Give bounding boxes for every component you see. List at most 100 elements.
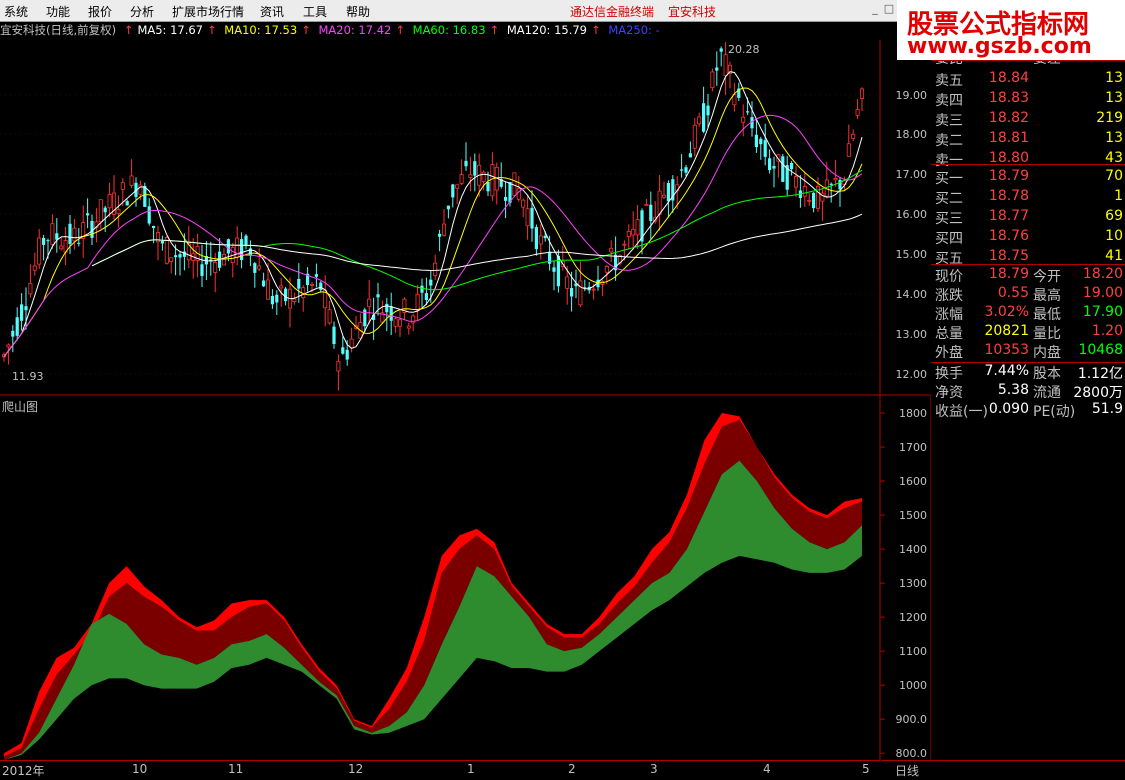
quote-value: 10353 — [984, 342, 1029, 358]
arrow-up-icon: ↑ — [395, 23, 405, 37]
candle-body — [570, 287, 574, 297]
candle-body — [855, 109, 860, 116]
candle-body — [367, 298, 372, 308]
x-label: 2 — [568, 762, 576, 776]
menu-item-quote[interactable]: 报价 — [88, 3, 112, 20]
candle-body — [433, 262, 438, 277]
candle-body — [107, 194, 112, 209]
y-tick: 1000 — [899, 679, 927, 692]
candle-body — [11, 330, 15, 337]
stat-row: 现价 18.79 今开 18.20 — [931, 266, 1125, 285]
candle-body — [143, 186, 147, 207]
candle-body — [706, 105, 710, 116]
menu-item-function[interactable]: 功能 — [46, 3, 70, 20]
menu-item-system[interactable]: 系统 — [4, 3, 28, 20]
quote-volume: 69 — [1105, 208, 1123, 224]
menu-item-extended-market[interactable]: 扩展市场行情 — [172, 3, 244, 20]
quote-value: 5.38 — [997, 382, 1029, 398]
candle-body — [802, 186, 807, 197]
candle-body — [160, 241, 164, 244]
period-label[interactable]: 日线 — [895, 762, 919, 779]
candle-body — [604, 266, 609, 273]
stat-row: 涨跌 0.55 最高 19.00 — [931, 285, 1125, 304]
y-tick: 18.00 — [896, 128, 928, 141]
candle-body — [846, 143, 851, 157]
y-tick: 16.00 — [896, 208, 928, 221]
quote-volume: 1 — [1114, 188, 1123, 204]
x-label: 11 — [228, 762, 244, 776]
quote-volume: 219 — [1096, 110, 1123, 126]
candle-body — [37, 237, 42, 265]
candle-body — [336, 360, 341, 372]
quote-value: 18.81 — [988, 130, 1029, 146]
menu-item-analysis[interactable]: 分析 — [130, 3, 154, 20]
quote-value: 19.00 — [1082, 285, 1123, 301]
sell-level-row: 卖一 18.80 43 — [931, 150, 1125, 169]
candle-body — [345, 349, 349, 360]
quote-label: 买三 — [935, 211, 963, 227]
menu-item-help[interactable]: 帮助 — [346, 3, 370, 20]
x-label: 2012年 — [2, 764, 45, 778]
candle-body — [129, 175, 134, 186]
quote-value: 18.78 — [988, 188, 1029, 204]
buy-level-row: 买二 18.78 1 — [931, 188, 1125, 207]
sell-level-row: 卖五 18.84 13 — [931, 70, 1125, 89]
candle-body — [200, 264, 204, 276]
y-tick: 1100 — [899, 645, 927, 658]
candle-body — [169, 257, 174, 262]
candle-body — [429, 279, 433, 286]
candle-body — [178, 254, 182, 258]
quote-value: 18.79 — [988, 168, 1029, 184]
minimize-icon[interactable]: _ — [868, 2, 882, 16]
candle-body — [226, 239, 230, 254]
buy-level-row: 买三 18.77 69 — [931, 208, 1125, 227]
candle-body — [385, 303, 389, 313]
quote-value: 18.77 — [988, 208, 1029, 224]
quote-label: 买二 — [935, 191, 963, 207]
stat-row: 涨幅 3.02% 最低 17.90 — [931, 304, 1125, 323]
indicator-info-line: 宜安科技(日线,前复权) ↑ MA5: 17.67 ↑ MA10: 17.53 ↑ M… — [0, 22, 880, 40]
candlestick-chart[interactable]: 20.28 11.93 19.00 18.00 17.00 16.00 15.0… — [0, 40, 931, 396]
maximize-icon[interactable]: □ — [882, 2, 896, 16]
quote-label: 股本 — [1033, 366, 1061, 382]
y-tick: 800.0 — [896, 747, 928, 760]
ma20-value: MA20: 17.42 — [318, 23, 392, 37]
menu-item-news[interactable]: 资讯 — [260, 3, 284, 20]
candle-body — [314, 274, 318, 277]
y-tick: 1600 — [899, 475, 927, 488]
candle-body — [688, 153, 692, 158]
candle-body — [534, 227, 538, 250]
candle-body — [715, 67, 719, 71]
candle-body — [516, 188, 521, 200]
ma120-value: MA120: 15.79 — [506, 23, 588, 37]
stat-row: 总量 20821 量比 1.20 — [931, 323, 1125, 342]
candle-body — [332, 326, 336, 344]
price-y-ticks: 19.00 18.00 17.00 16.00 15.00 14.00 13.0… — [896, 89, 928, 381]
y-tick: 14.00 — [896, 288, 928, 301]
candle-body — [6, 344, 11, 348]
candle-body — [253, 263, 257, 273]
candle-body — [657, 190, 662, 215]
arrow-up-icon: ↑ — [489, 23, 500, 37]
buy-level-row: 买一 18.79 70 — [931, 168, 1125, 187]
quote-value: 1.12亿 — [1077, 366, 1123, 382]
candle-body — [420, 285, 424, 293]
quote-label: 今开 — [1033, 269, 1061, 285]
quote-separator — [931, 362, 1125, 363]
candle-body — [772, 166, 776, 169]
candle-body — [768, 158, 772, 171]
candle-body — [702, 103, 706, 132]
candle-body — [649, 204, 653, 222]
candle-body — [552, 267, 556, 272]
candle-body — [746, 111, 750, 113]
menu-item-tools[interactable]: 工具 — [303, 3, 327, 20]
candle-body — [50, 223, 55, 245]
candle-body — [164, 237, 169, 264]
quote-label: 涨跌 — [935, 288, 963, 304]
candle-body — [459, 174, 464, 184]
mountain-chart[interactable]: 1800 1700 1600 1500 1400 1300 1200 1100 1000 900.… — [0, 396, 931, 760]
candle-body — [103, 207, 107, 213]
candle-body — [265, 279, 270, 300]
candle-body — [538, 235, 543, 245]
candle-body — [86, 213, 90, 216]
